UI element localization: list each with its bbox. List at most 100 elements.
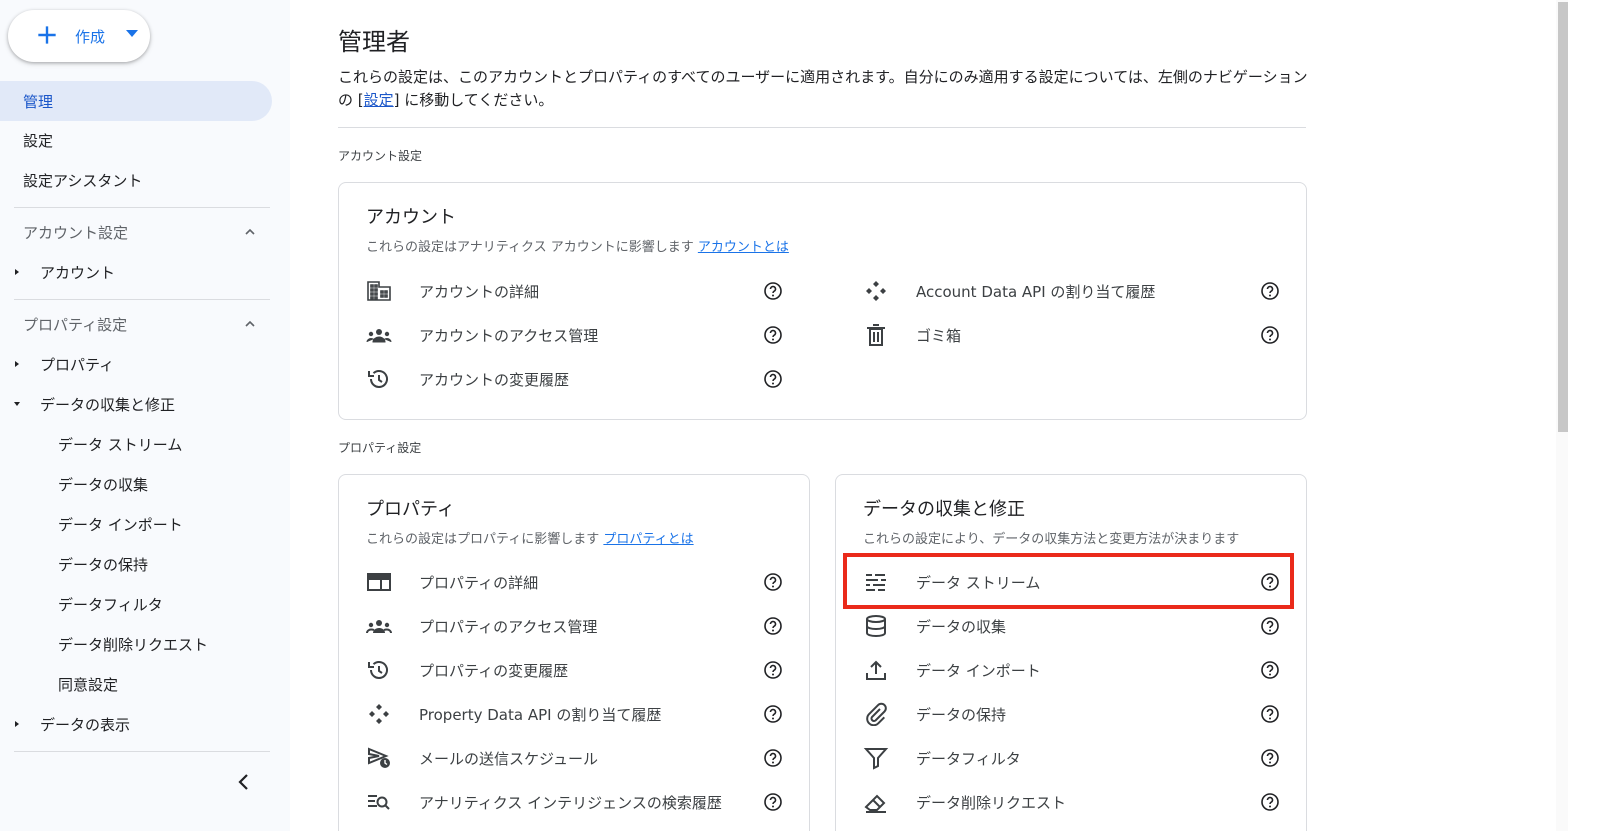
scrollbar-thumb[interactable]: [1558, 2, 1568, 432]
row-property-details[interactable]: プロパティの詳細: [366, 560, 786, 604]
help-icon[interactable]: [763, 792, 783, 812]
help-icon[interactable]: [1260, 325, 1280, 345]
help-icon[interactable]: [1260, 748, 1280, 768]
page-description: これらの設定は、このアカウントとプロパティのすべてのユーザーに適用されます。自分…: [338, 66, 1308, 112]
row-label: メールの送信スケジュール: [419, 750, 598, 768]
history-icon: [368, 661, 388, 679]
card-subtitle: これらの設定により、データの収集方法と変更方法が決まります: [863, 532, 1240, 547]
tree-item-data-display[interactable]: データの表示: [0, 704, 272, 744]
row-label: データの収集: [916, 618, 1007, 636]
row-label: アカウントのアクセス管理: [419, 327, 599, 345]
sub-item-data-retention[interactable]: データの保持: [58, 544, 148, 584]
dropdown-caret-icon[interactable]: [126, 30, 138, 37]
row-email-schedule[interactable]: メールの送信スケジュール: [366, 736, 786, 780]
help-icon[interactable]: [763, 325, 783, 345]
property-card: プロパティ これらの設定はプロパティに影響します プロパティとは プロパティの詳…: [338, 474, 810, 831]
tree-item-label: アカウント: [40, 263, 116, 282]
caret-right-icon: [15, 361, 19, 367]
tree-item-label: プロパティ: [40, 355, 115, 374]
eraser-icon: [864, 794, 886, 813]
row-label: プロパティの詳細: [419, 574, 539, 592]
api-icon: [369, 704, 389, 724]
tree-item-data-collection[interactable]: データの収集と修正: [0, 384, 272, 424]
schedule-send-icon: [368, 747, 390, 768]
help-icon[interactable]: [763, 281, 783, 301]
history-icon: [368, 370, 388, 388]
help-icon[interactable]: [763, 704, 783, 724]
row-account-details[interactable]: アカウントの詳細: [366, 269, 786, 313]
sub-item-data-filters[interactable]: データフィルタ: [58, 584, 163, 624]
help-icon[interactable]: [763, 660, 783, 680]
sub-item-data-import[interactable]: データ インポート: [58, 504, 183, 544]
caret-down-icon: [14, 402, 20, 406]
sub-item-consent-settings[interactable]: 同意設定: [58, 664, 118, 704]
data-collection-card: データの収集と修正 これらの設定により、データの収集方法と変更方法が決まります …: [835, 474, 1307, 831]
help-icon[interactable]: [1260, 792, 1280, 812]
help-icon[interactable]: [1260, 616, 1280, 636]
sub-item-data-deletion[interactable]: データ削除リクエスト: [58, 624, 208, 664]
help-icon[interactable]: [763, 616, 783, 636]
divider: [14, 751, 270, 752]
section-label: アカウント設定: [23, 223, 129, 242]
sub-item-data-collection[interactable]: データの収集: [58, 464, 148, 504]
row-property-access[interactable]: プロパティのアクセス管理: [366, 604, 786, 648]
chevron-up-icon: [245, 320, 255, 327]
card-subtitle: これらの設定はアナリティクス アカウントに影響します アカウントとは: [366, 236, 789, 255]
filter-icon: [863, 748, 889, 770]
highlight-box: [843, 553, 1294, 609]
trash-icon: [867, 324, 885, 346]
card-subtitle-text: これらの設定はプロパティに影響します: [366, 532, 600, 547]
row-data-import[interactable]: データ インポート: [863, 648, 1283, 692]
row-data-collection[interactable]: データの収集: [863, 604, 1283, 648]
nav-setup-assistant[interactable]: 設定アシスタント: [0, 160, 272, 200]
row-label: データ削除リクエスト: [916, 794, 1067, 812]
row-label: アカウントの詳細: [419, 283, 540, 301]
attachment-icon: [866, 702, 887, 726]
account-card: アカウント これらの設定はアナリティクス アカウントに影響します アカウントとは…: [338, 182, 1307, 420]
section-label-property: プロパティ設定: [338, 441, 422, 455]
nav-settings[interactable]: 設定: [0, 120, 272, 160]
row-data-deletion[interactable]: データ削除リクエスト: [863, 780, 1283, 824]
row-data-filters[interactable]: データフィルタ: [863, 736, 1283, 780]
row-label: アカウントの変更履歴: [419, 371, 570, 389]
card-title: アカウント: [366, 207, 456, 228]
nav-section-account-settings[interactable]: アカウント設定: [0, 212, 272, 252]
settings-link[interactable]: 設定: [364, 91, 394, 109]
nav-admin[interactable]: 管理: [0, 81, 272, 121]
help-icon[interactable]: [763, 748, 783, 768]
help-icon[interactable]: [1260, 704, 1280, 724]
card-title: データの収集と修正: [863, 499, 1025, 520]
section-label: プロパティ設定: [23, 315, 128, 334]
row-data-retention[interactable]: データの保持: [863, 692, 1283, 736]
what-is-account-link[interactable]: アカウントとは: [698, 240, 789, 255]
collapse-sidebar-icon[interactable]: [232, 770, 256, 794]
row-intelligence-search-history[interactable]: アナリティクス インテリジェンスの検索履歴: [366, 780, 786, 824]
help-icon[interactable]: [763, 572, 783, 592]
divider: [14, 207, 270, 208]
help-icon[interactable]: [1260, 660, 1280, 680]
tree-item-property[interactable]: プロパティ: [0, 344, 272, 384]
tree-item-label: データの表示: [40, 715, 131, 734]
nav-section-property-settings[interactable]: プロパティ設定: [0, 304, 272, 344]
row-label: Property Data API の割り当て履歴: [419, 706, 662, 724]
main-content: 管理者 これらの設定は、このアカウントとプロパティのすべてのユーザーに適用されま…: [290, 0, 1550, 831]
row-label: データフィルタ: [916, 750, 1021, 768]
create-button[interactable]: 作成: [8, 10, 150, 62]
row-account-api-history[interactable]: Account Data API の割り当て履歴: [863, 269, 1283, 313]
help-icon[interactable]: [1260, 281, 1280, 301]
tree-item-account[interactable]: アカウント: [0, 252, 272, 292]
row-property-history[interactable]: プロパティの変更履歴: [366, 648, 786, 692]
row-account-access[interactable]: アカウントのアクセス管理: [366, 313, 786, 357]
sub-item-data-streams[interactable]: データ ストリーム: [58, 424, 182, 464]
row-account-history[interactable]: アカウントの変更履歴: [366, 357, 786, 401]
row-trash[interactable]: ゴミ箱: [863, 313, 1283, 357]
what-is-property-link[interactable]: プロパティとは: [603, 532, 693, 547]
page-title: 管理者: [338, 28, 410, 56]
row-property-api-history[interactable]: Property Data API の割り当て履歴: [366, 692, 786, 736]
row-label: データの保持: [916, 706, 1007, 724]
card-title: プロパティ: [366, 499, 455, 520]
property-details-icon: [367, 573, 391, 591]
help-icon[interactable]: [763, 369, 783, 389]
building-icon: [367, 281, 391, 301]
desc-text: ] に移動してください。: [393, 91, 554, 109]
